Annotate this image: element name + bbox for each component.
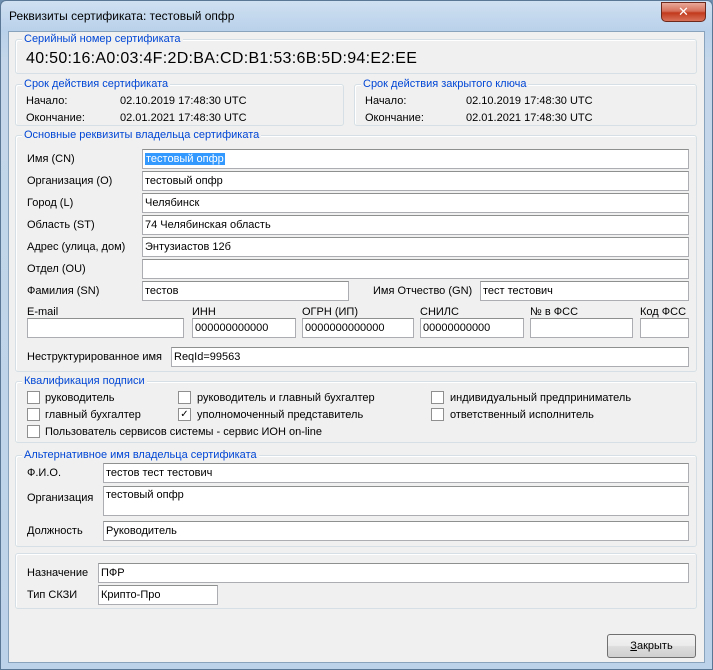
- dept-label: Отдел (OU): [27, 263, 86, 275]
- alt-org-field[interactable]: тестовый опфр: [103, 486, 689, 516]
- email-label: E-mail: [27, 306, 59, 318]
- snils-label: СНИЛС: [420, 306, 459, 318]
- purpose-group: Назначение ПФР Тип СКЗИ Крипто-Про: [15, 553, 697, 609]
- given-name-label: Имя Отчество (GN): [373, 285, 473, 297]
- chk-head-label[interactable]: руководитель: [45, 391, 115, 405]
- chk-head-and-accountant-label[interactable]: руководитель и главный бухгалтер: [197, 391, 375, 405]
- org-label: Организация (O): [27, 175, 113, 187]
- key-start-label: Начало:: [365, 95, 407, 107]
- dialog-window: Реквизиты сертификата: тестовый опфр ✕ С…: [0, 0, 713, 670]
- chk-entrepreneur[interactable]: [431, 391, 444, 404]
- window-title: Реквизиты сертификата: тестовый опфр: [9, 9, 235, 23]
- org-field[interactable]: тестовый опфр: [142, 171, 689, 191]
- fss-code-field[interactable]: [640, 318, 689, 338]
- region-label: Область (ST): [27, 219, 95, 231]
- alt-org-label: Организация: [27, 492, 94, 504]
- chk-chief-accountant[interactable]: [27, 408, 40, 421]
- cert-end-label: Окончание:: [26, 112, 85, 124]
- chk-head[interactable]: [27, 391, 40, 404]
- fss-code-label: Код ФСС: [640, 306, 687, 318]
- chk-head-and-accountant[interactable]: [178, 391, 191, 404]
- unstructured-name-label: Неструктурированное имя: [27, 351, 163, 363]
- unstructured-name-field[interactable]: ReqId=99563: [171, 347, 689, 367]
- surname-label: Фамилия (SN): [27, 285, 100, 297]
- position-field[interactable]: Руководитель: [103, 521, 689, 541]
- dialog-client-area: Серийный номер сертификата 40:50:16:A0:0…: [8, 31, 705, 663]
- chk-responsible-label[interactable]: ответственный исполнитель: [450, 408, 594, 422]
- window-close-button[interactable]: ✕: [661, 2, 706, 22]
- fss-number-field[interactable]: [530, 318, 633, 338]
- region-field[interactable]: 74 Челябинская область: [142, 215, 689, 235]
- cert-validity-group: Срок действия сертификата Начало: 02.10.…: [15, 78, 344, 126]
- city-label: Город (L): [27, 197, 74, 209]
- chk-responsible[interactable]: [431, 408, 444, 421]
- address-field[interactable]: Энтузиастов 12б: [142, 237, 689, 257]
- position-label: Должность: [27, 525, 83, 537]
- serial-number: 40:50:16:A0:03:4F:2D:BA:CD:B1:53:6B:5D:9…: [26, 50, 418, 67]
- dept-field[interactable]: [142, 259, 689, 279]
- key-end-value: 02.01.2021 17:48:30 UTC: [466, 112, 593, 124]
- cn-field[interactable]: тестовый опфр: [142, 149, 689, 169]
- serial-group: Серийный номер сертификата 40:50:16:A0:0…: [15, 33, 697, 74]
- chk-authorized-rep[interactable]: ✓: [178, 408, 191, 421]
- chk-chief-accountant-label[interactable]: главный бухгалтер: [45, 408, 141, 422]
- fio-label: Ф.И.О.: [27, 467, 61, 479]
- inn-field[interactable]: 000000000000: [192, 318, 296, 338]
- skzi-field[interactable]: Крипто-Про: [98, 585, 218, 605]
- inn-label: ИНН: [192, 306, 216, 318]
- cert-end-value: 02.01.2021 17:48:30 UTC: [120, 112, 247, 124]
- purpose-label: Назначение: [27, 567, 89, 579]
- cert-start-value: 02.10.2019 17:48:30 UTC: [120, 95, 247, 107]
- chk-ion-service-label[interactable]: Пользователь сервисов системы - сервис И…: [45, 425, 322, 439]
- cn-value: тестовый опфр: [145, 153, 225, 165]
- skzi-label: Тип СКЗИ: [27, 589, 78, 601]
- key-start-value: 02.10.2019 17:48:30 UTC: [466, 95, 593, 107]
- cn-label: Имя (CN): [27, 153, 75, 165]
- surname-field[interactable]: тестов: [142, 281, 349, 301]
- close-icon: ✕: [678, 4, 689, 20]
- checkmark-icon: ✓: [180, 409, 189, 420]
- city-field[interactable]: Челябинск: [142, 193, 689, 213]
- snils-field[interactable]: 00000000000: [420, 318, 524, 338]
- serial-group-title: Серийный номер сертификата: [22, 33, 183, 45]
- key-validity-title: Срок действия закрытого ключа: [361, 78, 529, 90]
- alt-owner-title: Альтернативное имя владельца сертификата: [22, 449, 259, 461]
- owner-group: Основные реквизиты владельца сертификата…: [15, 129, 697, 372]
- email-field[interactable]: [27, 318, 184, 338]
- cert-validity-title: Срок действия сертификата: [22, 78, 171, 90]
- key-validity-group: Срок действия закрытого ключа Начало: 02…: [354, 78, 697, 126]
- owner-group-title: Основные реквизиты владельца сертификата: [22, 129, 262, 141]
- chk-ion-service[interactable]: [27, 425, 40, 438]
- fss-number-label: № в ФСС: [530, 306, 579, 318]
- qualification-group: Квалификация подписи руководитель главны…: [15, 375, 697, 443]
- qualification-title: Квалификация подписи: [22, 375, 147, 387]
- key-end-label: Окончание:: [365, 112, 424, 124]
- fio-field[interactable]: тестов тест тестович: [103, 463, 689, 483]
- given-name-field[interactable]: тест тестович: [480, 281, 689, 301]
- chk-entrepreneur-label[interactable]: индивидуальный предприниматель: [450, 391, 631, 405]
- close-button-mnemonic: З: [630, 640, 637, 652]
- close-button[interactable]: Закрыть: [607, 634, 696, 658]
- purpose-field[interactable]: ПФР: [98, 563, 689, 583]
- alt-owner-group: Альтернативное имя владельца сертификата…: [15, 449, 697, 547]
- title-bar[interactable]: Реквизиты сертификата: тестовый опфр ✕: [1, 1, 712, 31]
- close-button-label: акрыть: [636, 640, 673, 652]
- ogrn-label: ОГРН (ИП): [302, 306, 358, 318]
- chk-authorized-rep-label[interactable]: уполномоченный представитель: [197, 408, 363, 422]
- address-label: Адрес (улица, дом): [27, 241, 126, 253]
- ogrn-field[interactable]: 0000000000000: [302, 318, 414, 338]
- cert-start-label: Начало:: [26, 95, 68, 107]
